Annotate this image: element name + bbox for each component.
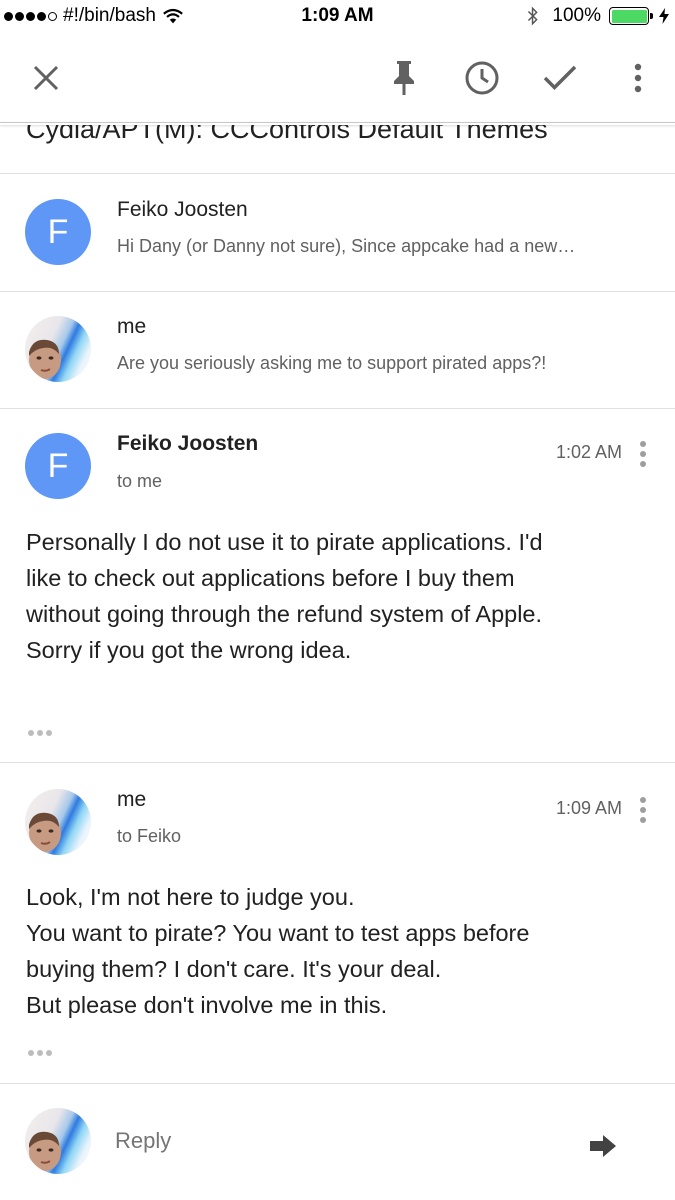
- body-line: Look, I'm not here to judge you.: [26, 884, 355, 910]
- show-quoted-text-button[interactable]: [28, 1050, 52, 1056]
- battery-percent: 100%: [552, 5, 601, 26]
- bluetooth-icon: [528, 6, 539, 26]
- battery-icon: [609, 7, 653, 25]
- body-line: Personally I do not use it to pirate app…: [26, 529, 543, 555]
- snooze-button[interactable]: [460, 56, 504, 100]
- collapsed-message[interactable]: F Feiko Joosten Hi Dany (or Danny not su…: [0, 174, 675, 292]
- sender-name: me: [117, 315, 147, 338]
- message-snippet: Hi Dany (or Danny not sure), Since appca…: [117, 236, 576, 256]
- avatar: F: [25, 199, 91, 265]
- forward-arrow-icon: [590, 1135, 616, 1157]
- reply-bar[interactable]: Reply: [0, 1084, 675, 1200]
- message-time: 1:09 AM: [555, 798, 622, 818]
- expanded-message: F Feiko Joosten to me 1:02 AM Personally…: [0, 408, 675, 763]
- sender-name: Feiko Joosten: [117, 198, 248, 221]
- expanded-message: me to Feiko 1:09 AM Look, I'm not here t…: [0, 764, 675, 1084]
- done-check-icon: [543, 65, 577, 90]
- message-body: Personally I do not use it to pirate app…: [26, 524, 651, 668]
- body-line: Sorry if you got the wrong idea.: [26, 637, 352, 663]
- body-line: buying them? I don't care. It's your dea…: [26, 956, 442, 982]
- done-button[interactable]: [538, 56, 582, 100]
- close-icon: [33, 65, 59, 91]
- profile-photo-icon: [29, 339, 61, 379]
- send-button[interactable]: [583, 1126, 623, 1166]
- message-body: Look, I'm not here to judge you. You wan…: [26, 879, 651, 1023]
- message-time: 1:02 AM: [555, 442, 622, 462]
- message-more-icon[interactable]: [639, 441, 647, 467]
- body-line: You want to pirate? You want to test app…: [26, 920, 530, 946]
- profile-photo-icon: [29, 812, 61, 852]
- recipient-line[interactable]: to Feiko: [117, 826, 181, 847]
- avatar: [25, 1108, 91, 1174]
- body-line: But please don't involve me in this.: [26, 992, 388, 1018]
- recipient-line[interactable]: to me: [117, 471, 162, 492]
- body-line: without going through the refund system …: [26, 601, 543, 627]
- body-line: like to check out applications before I …: [26, 565, 515, 591]
- profile-photo-icon: [29, 1131, 61, 1171]
- show-quoted-text-button[interactable]: [28, 730, 52, 736]
- avatar: F: [25, 433, 91, 499]
- message-more-icon[interactable]: [639, 797, 647, 823]
- message-snippet: Are you seriously asking me to support p…: [117, 353, 547, 373]
- more-vert-icon: [634, 63, 642, 93]
- pin-icon: [394, 61, 414, 95]
- status-right: 100%: [526, 5, 669, 27]
- reply-field[interactable]: Reply: [115, 1128, 171, 1154]
- close-button[interactable]: [24, 56, 68, 100]
- charging-bolt-icon: [659, 8, 669, 24]
- status-bar: #!/bin/bash 1:09 AM 100%: [0, 0, 675, 34]
- sender-name[interactable]: Feiko Joosten: [117, 432, 258, 456]
- more-options-button[interactable]: [616, 56, 660, 100]
- snooze-clock-icon: [465, 61, 499, 95]
- avatar: [25, 316, 91, 382]
- sender-name[interactable]: me: [117, 788, 146, 812]
- message-toolbar: [0, 34, 675, 124]
- collapsed-message[interactable]: me Are you seriously asking me to suppor…: [0, 291, 675, 409]
- pin-button[interactable]: [382, 56, 426, 100]
- avatar: [25, 789, 91, 855]
